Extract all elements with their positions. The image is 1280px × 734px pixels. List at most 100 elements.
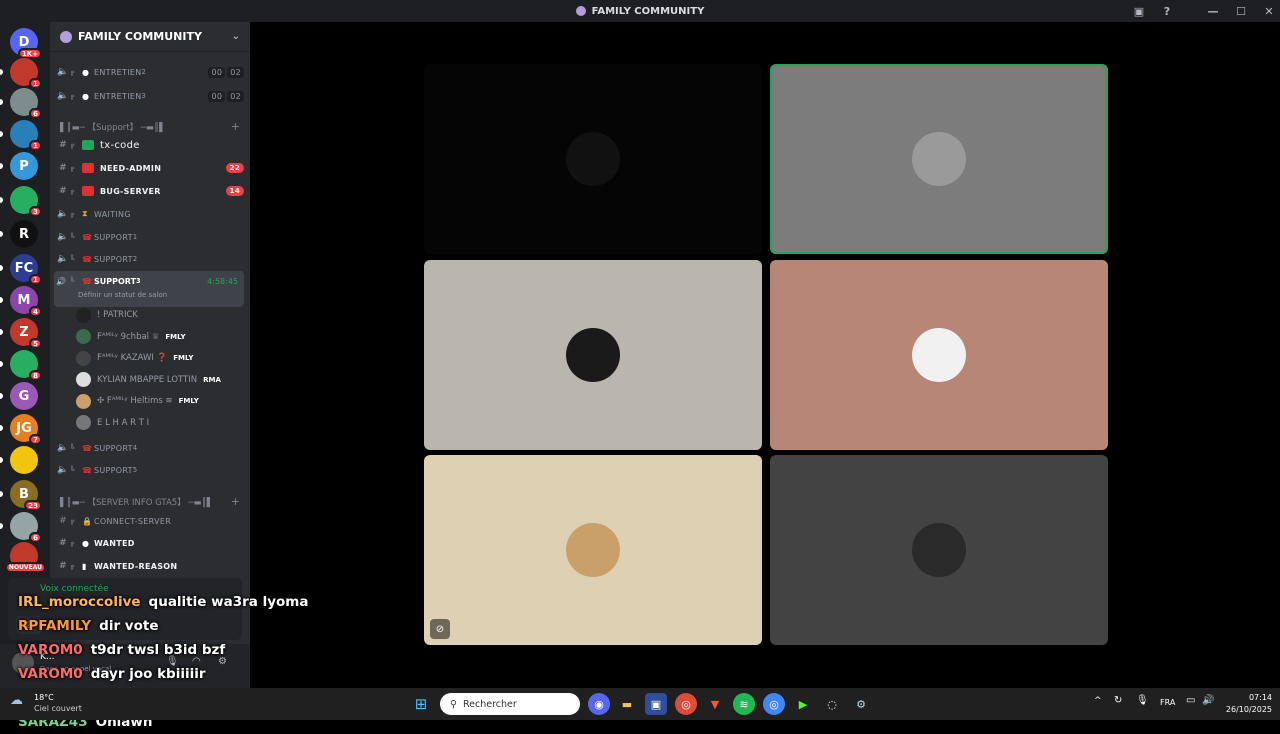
server-icon[interactable]: Z5 <box>10 318 42 349</box>
channel-wanted-reason[interactable]: # ╔ ▮ WANTED-REASON <box>56 556 244 576</box>
chrome-icon-2[interactable]: ◎ <box>763 693 785 715</box>
thread-icon: ╔ <box>70 92 75 100</box>
server-icon[interactable]: NOUVEAU <box>4 542 46 573</box>
guild-header[interactable]: FAMILY COMMUNITY ⌄ <box>50 22 250 52</box>
server-icon[interactable]: 6 <box>10 88 42 119</box>
category-support[interactable]: ▌║▬─ 【Support】 ─▬║▌ + <box>60 120 240 133</box>
mic-tray-icon[interactable]: 🎙 <box>1136 695 1149 706</box>
obs-icon[interactable]: ◌ <box>821 693 843 715</box>
language-indicator[interactable]: FRA <box>1160 698 1175 707</box>
video-tile[interactable] <box>770 64 1108 254</box>
category-label: ▌║▬─ 【Support】 ─▬║▌ <box>60 122 166 133</box>
weather-temp: 18°C <box>34 693 54 702</box>
server-icon[interactable]: G <box>10 382 38 410</box>
channel-entretien-3[interactable]: 🔈 ╔ ● ENTRETIEN 3 00 02 <box>56 86 244 106</box>
brave-icon[interactable]: ▼ <box>704 693 726 715</box>
minimize-button[interactable]: — <box>1202 0 1224 22</box>
participant-avatar <box>566 523 620 577</box>
channel-support-3-active[interactable]: 🔊 ╚ ☎ SUPPORT 3 4:58:45 Définir un statut… <box>54 271 244 307</box>
volume-icon[interactable]: 🔊 <box>1202 695 1214 706</box>
app-icon[interactable]: ▣ <box>645 693 667 715</box>
server-icon[interactable]: D 1K+ <box>10 28 42 59</box>
kick-icon[interactable]: ▶ <box>792 693 814 715</box>
server-initials: R <box>18 226 29 242</box>
voice-member[interactable]: Fᴬᴹᴵᴸʸ KAZAWI ❓ FMLY <box>76 348 246 368</box>
channel-tx-code[interactable]: # ╔ tx-code <box>56 135 244 155</box>
server-icon[interactable]: JG 7 <box>10 414 42 445</box>
video-tile[interactable] <box>770 455 1108 645</box>
channel-entretien-2[interactable]: 🔈 ╔ ● ENTRETIEN 2 00 02 <box>56 62 244 82</box>
sync-icon[interactable]: ↻ <box>1114 695 1122 706</box>
server-icon[interactable]: R <box>10 220 38 248</box>
user-count: 00 <box>208 66 226 78</box>
windows-start-icon[interactable]: ⊞ <box>410 693 432 715</box>
channel-support-4[interactable]: 🔈 ╚ ☎ SUPPORT 4 <box>56 438 244 458</box>
server-icon[interactable]: M4 <box>10 286 42 317</box>
channel-wanted[interactable]: # ╔ ● WANTED <box>56 533 244 553</box>
server-icon[interactable]: 8 <box>10 350 42 381</box>
chat-message: qualitie wa3ra lyoma <box>148 594 309 610</box>
channel-need-admin[interactable]: # ╔ NEED-ADMIN 22 <box>56 158 244 178</box>
voice-member[interactable]: ✣ Fᴬᴹᴵᴸʸ Heltims ≋ FMLY <box>76 391 246 411</box>
add-channel-icon[interactable]: + <box>231 120 240 133</box>
channel-status[interactable]: Définir un statut de salon <box>54 291 244 299</box>
chat-username: RPFAMILY <box>18 618 92 634</box>
speaker-connected-icon: 🔊 <box>56 276 66 286</box>
chrome-icon[interactable]: ◎ <box>675 693 697 715</box>
channel-bug-server[interactable]: # ╔ BUG-SERVER 14 <box>56 181 244 201</box>
taskbar-search[interactable]: ⚲ Rechercher <box>440 693 580 715</box>
server-icon[interactable]: 3 <box>10 186 42 217</box>
unread-pill <box>0 297 3 303</box>
server-tag: RMA <box>203 375 221 384</box>
clock-time[interactable]: 07:14 <box>1226 693 1272 702</box>
member-name: Fᴬᴹᴵᴸʸ 9chbal ♕ <box>97 331 160 342</box>
voice-member[interactable]: KYLIAN MBAPPE LOTTIN RMA <box>76 370 246 390</box>
steam-icon[interactable]: ⚙ <box>850 693 872 715</box>
maximize-button[interactable]: ☐ <box>1230 0 1252 22</box>
voice-member[interactable]: E L H A R T I <box>76 413 246 433</box>
unread-pill <box>0 69 3 75</box>
document-icon: ▮ <box>82 561 87 571</box>
server-icon[interactable]: B 23 <box>10 480 42 511</box>
hash-icon: # <box>59 140 67 150</box>
voice-member[interactable]: ! PATRICK <box>76 305 246 325</box>
hash-icon: # <box>59 538 67 548</box>
help-icon[interactable]: ? <box>1156 0 1178 22</box>
network-icon[interactable]: ▭ <box>1186 695 1195 706</box>
folder-icon[interactable]: ▬ <box>616 693 638 715</box>
server-icon[interactable]: 1 <box>10 58 42 89</box>
tray-chevron-icon[interactable]: ^ <box>1094 696 1102 706</box>
server-icon[interactable]: 1 <box>10 120 42 151</box>
thread-icon: ╚ <box>70 444 75 452</box>
close-button[interactable]: ✕ <box>1258 0 1280 22</box>
participant-avatar <box>912 523 966 577</box>
clock-date[interactable]: 26/10/2025 <box>1222 705 1272 714</box>
channel-label: tx-code <box>100 139 140 151</box>
server-badge: 1 <box>29 274 42 285</box>
guild-icon <box>60 30 72 43</box>
chat-line: RPFAMILY dir vote <box>18 614 348 638</box>
inbox-icon[interactable]: ▣ <box>1128 0 1150 22</box>
chevron-down-icon[interactable]: ⌄ <box>232 31 240 42</box>
channel-connect-server[interactable]: # ╔ 🔒 CONNECT-SERVER <box>56 511 244 531</box>
video-tile[interactable] <box>424 260 762 450</box>
server-icon[interactable]: 6 <box>10 512 42 543</box>
add-channel-icon[interactable]: + <box>231 495 240 508</box>
server-icon[interactable]: FC 1 <box>10 254 42 285</box>
video-tile[interactable] <box>770 260 1108 450</box>
channel-support-1[interactable]: 🔈 ╚ ☎ SUPPORT 1 <box>56 227 244 247</box>
channel-waiting[interactable]: 🔈 ╔ ⧗ WAITING <box>56 204 244 224</box>
spotify-icon[interactable]: ≋ <box>733 693 755 715</box>
category-server-info[interactable]: ▌║▬─ 【SERVER INFO GTA5】 ─▬║▌ + <box>60 495 240 508</box>
weather-icon[interactable]: ☁ <box>10 693 30 713</box>
server-icon[interactable]: P <box>10 152 38 180</box>
discord-taskbar-icon[interactable]: ◉ <box>588 693 610 715</box>
unread-pill <box>0 99 3 105</box>
member-name: E L H A R T I <box>97 417 150 428</box>
channel-support-5[interactable]: 🔈 ╚ ☎ SUPPORT 5 <box>56 460 244 480</box>
channel-support-2[interactable]: 🔈 ╚ ☎ SUPPORT 2 <box>56 249 244 269</box>
voice-member[interactable]: Fᴬᴹᴵᴸʸ 9chbal ♕ FMLY <box>76 327 246 347</box>
video-tile[interactable] <box>424 64 762 254</box>
video-tile[interactable]: ⊘ <box>424 455 762 645</box>
server-icon[interactable] <box>10 446 38 474</box>
